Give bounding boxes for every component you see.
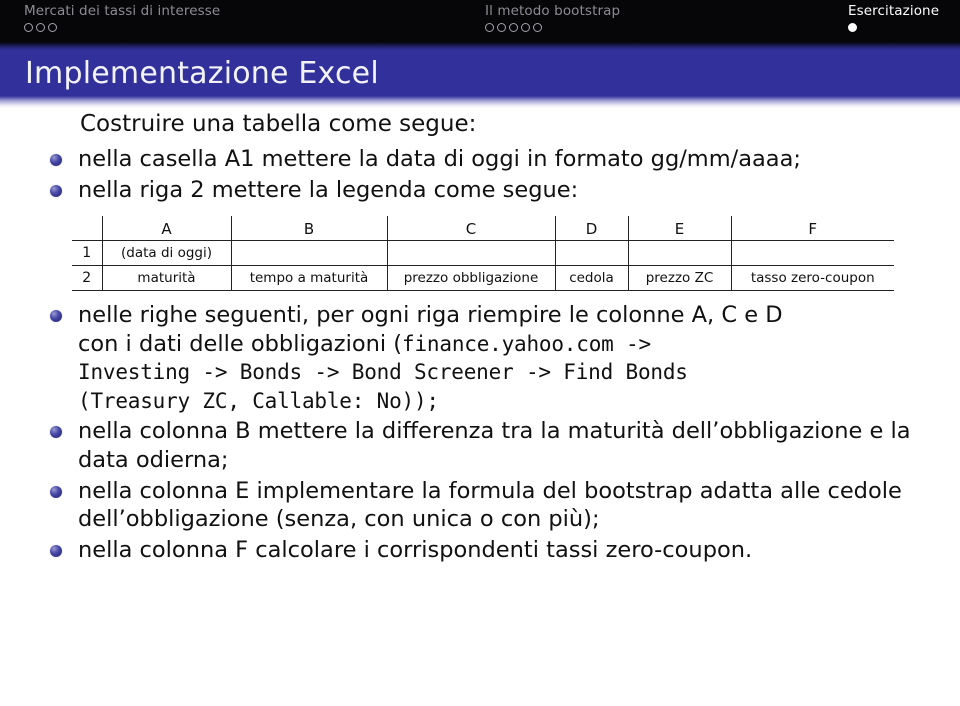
- row-number: 1: [72, 240, 102, 267]
- list-item: nella riga 2 mettere la legenda come seg…: [50, 176, 960, 205]
- list-item-label: nella colonna B mettere la differenza tr…: [78, 418, 911, 473]
- page-title: Implementazione Excel: [25, 55, 379, 91]
- cell-d2: cedola: [554, 265, 628, 292]
- cell-a2: maturità: [101, 265, 231, 292]
- cell-e1: [627, 240, 731, 267]
- column-header-c: C: [386, 216, 555, 242]
- list-item: nella casella A1 mettere la data di oggi…: [50, 145, 960, 174]
- slide-navigation-bar: Mercati dei tassi di interesse Il metodo…: [0, 0, 960, 42]
- list-item-data-source: nelle righe seguenti, per ogni riga riem…: [50, 301, 960, 415]
- cell-a1: (data di oggi): [101, 240, 231, 267]
- bullet-list-bottom: nelle righe seguenti, per ogni riga riem…: [0, 301, 960, 564]
- list-item: nella colonna E implementare la formula …: [50, 477, 960, 534]
- cell-c1: [386, 240, 555, 267]
- nav-section-title-active: Esercitazione: [848, 3, 940, 19]
- nav-section-bootstrap[interactable]: Il metodo bootstrap: [485, 3, 620, 32]
- bullet-icon: [50, 485, 62, 498]
- nav-section-mercati[interactable]: Mercati dei tassi di interesse: [24, 3, 220, 32]
- excel-table-container: A B C D E F 1 (data di oggi) 2 maturità …: [0, 216, 960, 292]
- title-band-bottom-shade: [0, 96, 960, 108]
- bullet-icon: [50, 426, 62, 439]
- column-header-e: E: [627, 216, 731, 242]
- list-item-label: nella colonna E implementare la formula …: [78, 477, 902, 533]
- list-item-label-line1: nelle righe seguenti, per ogni riga riem…: [78, 302, 783, 329]
- column-header-b: B: [230, 216, 387, 242]
- cell-f2: tasso zero-coupon: [730, 265, 894, 292]
- nav-dot[interactable]: [485, 23, 494, 32]
- list-item-label: nella casella A1 mettere la data di oggi…: [78, 146, 801, 173]
- title-band: Implementazione Excel: [0, 50, 960, 96]
- slide-body: Costruire una tabella come segue: nella …: [0, 110, 960, 566]
- list-item-label: nella riga 2 mettere la legenda come seg…: [78, 176, 579, 203]
- bullet-icon: [50, 310, 62, 323]
- column-header-a: A: [101, 216, 231, 242]
- list-item-label-line2-prefix: con i dati delle obbligazioni (: [78, 330, 403, 357]
- nav-section-dots: [24, 23, 220, 32]
- table-row: 1 (data di oggi): [72, 240, 894, 267]
- bullet-icon: [50, 544, 62, 557]
- treasury-filter-text: (Treasury ZC, Callable: No));: [78, 388, 439, 413]
- nav-dot[interactable]: [36, 23, 45, 32]
- nav-dot[interactable]: [48, 23, 57, 32]
- list-item-label: nella colonna F calcolare i corrisponden…: [78, 536, 753, 563]
- list-item: nella colonna F calcolare i corrisponden…: [50, 536, 960, 565]
- cell-b1: [230, 240, 387, 267]
- nav-dot[interactable]: [24, 23, 33, 32]
- investing-path-text: Investing -> Bonds -> Bond Screener -> F…: [78, 360, 688, 385]
- row-number: 2: [72, 265, 102, 292]
- bullet-icon: [50, 184, 62, 197]
- nav-section-esercitazione[interactable]: Esercitazione: [848, 3, 939, 32]
- column-header-f: F: [730, 216, 894, 242]
- nav-dot[interactable]: [509, 23, 518, 32]
- nav-section-dots: [848, 23, 939, 32]
- nav-section-title: Il metodo bootstrap: [485, 3, 621, 19]
- cell-f1: [730, 240, 894, 267]
- nav-dot-current[interactable]: [848, 23, 857, 32]
- nav-section-dots: [485, 23, 620, 32]
- yahoo-path-text: finance.yahoo.com ->: [402, 331, 651, 356]
- column-header-d: D: [554, 216, 628, 242]
- cell-b2: tempo a maturità: [230, 265, 387, 292]
- intro-text: Costruire una tabella come segue:: [80, 111, 477, 137]
- bullet-icon: [50, 154, 62, 167]
- list-item: nella colonna B mettere la differenza tr…: [50, 417, 960, 474]
- excel-legend-table: A B C D E F 1 (data di oggi) 2 maturità …: [72, 216, 894, 292]
- cell-c2: prezzo obbligazione: [386, 265, 555, 292]
- nav-dot[interactable]: [521, 23, 530, 32]
- frame-title-band: Implementazione Excel: [0, 42, 960, 108]
- nav-dot[interactable]: [533, 23, 542, 32]
- nav-dot[interactable]: [497, 23, 506, 32]
- cell-e2: prezzo ZC: [627, 265, 731, 292]
- cell-d1: [554, 240, 628, 267]
- bullet-list-top: nella casella A1 mettere la data di oggi…: [0, 145, 960, 204]
- table-column-letters-row: A B C D E F: [72, 216, 894, 242]
- title-band-top-shade: [0, 42, 960, 50]
- table-row: 2 maturità tempo a maturità prezzo obbli…: [72, 265, 894, 292]
- nav-section-title: Mercati dei tassi di interesse: [24, 3, 221, 19]
- table-corner-cell: [72, 216, 102, 242]
